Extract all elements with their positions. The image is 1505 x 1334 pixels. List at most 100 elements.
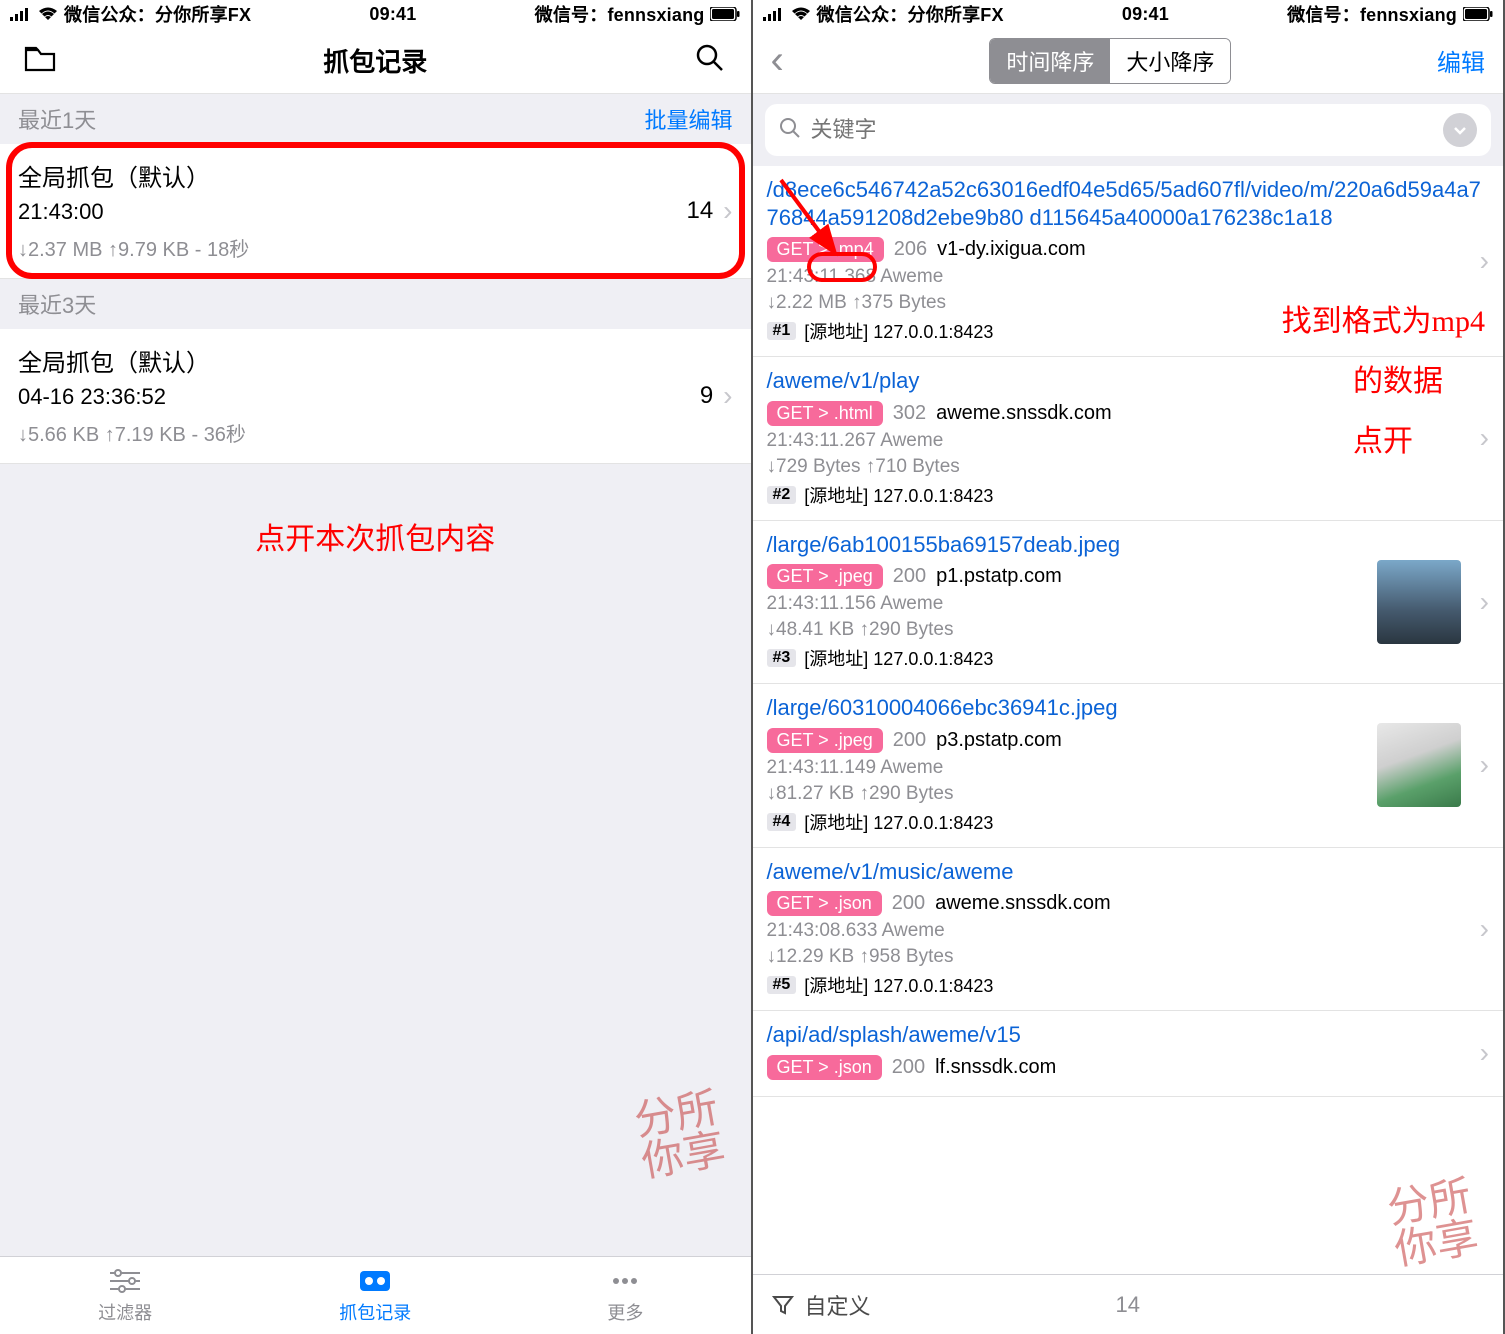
status-code: 200 [893, 565, 926, 588]
batch-edit-button[interactable]: 批量编辑 [644, 103, 732, 135]
status-time: 09:41 [1122, 4, 1169, 25]
annotation-text: 找到格式为mp4 [1282, 296, 1485, 340]
chevron-right-icon: › [723, 195, 732, 227]
host: v1-dy.ixigua.com [937, 238, 1086, 261]
search-box[interactable] [765, 104, 1492, 156]
watermark: 分所你享 [611, 1066, 751, 1206]
wifi-icon [38, 7, 58, 21]
thumbnail [1377, 560, 1461, 644]
method-badge: GET > .json [767, 1055, 882, 1080]
chevron-right-icon: › [1480, 749, 1489, 781]
host: p3.pstatp.com [936, 729, 1062, 752]
request-size: ↓12.29 KB ↑958 Bytes [767, 946, 1490, 968]
capture-row[interactable]: 全局抓包（默认） 21:43:00 ↓2.37 MB ↑9.79 KB - 18… [0, 144, 751, 279]
tab-label: 更多 [607, 1299, 643, 1325]
signal-icon [763, 7, 785, 21]
tab-label: 抓包记录 [339, 1299, 411, 1325]
thumbnail [1377, 723, 1461, 807]
chevron-right-icon: › [1480, 913, 1489, 945]
method-badge: GET > .mp4 [767, 237, 884, 262]
bottom-bar: 自定义 14 [753, 1274, 1504, 1334]
row-count: 14 [686, 197, 713, 225]
row-title: 全局抓包（默认） [18, 343, 733, 378]
status-code: 200 [892, 892, 925, 915]
status-right-text: 微信号：fennsxiang [535, 1, 705, 27]
search-input[interactable] [811, 117, 1434, 143]
method-badge: GET > .jpeg [767, 564, 883, 589]
seg-time-desc[interactable]: 时间降序 [990, 39, 1110, 83]
request-source: #3[源地址] 127.0.0.1:8423 [767, 645, 1490, 671]
request-time: 21:43:11.368 Aweme [767, 266, 1490, 288]
request-source: #4[源地址] 127.0.0.1:8423 [767, 809, 1490, 835]
chevron-right-icon: › [1480, 422, 1489, 454]
row-title: 全局抓包（默认） [18, 158, 733, 193]
sort-segment: 时间降序 大小降序 [989, 38, 1231, 84]
edit-button[interactable]: 编辑 [1437, 43, 1485, 78]
method-badge: GET > .jpeg [767, 728, 883, 753]
seg-size-desc[interactable]: 大小降序 [1110, 39, 1230, 83]
section-header-recent1: 最近1天 批量编辑 [0, 94, 751, 144]
host: aweme.snssdk.com [935, 892, 1111, 915]
chevron-right-icon: › [723, 380, 732, 412]
battery-icon [1463, 7, 1493, 21]
host: p1.pstatp.com [936, 565, 1062, 588]
request-source: #2[源地址] 127.0.0.1:8423 [767, 482, 1490, 508]
tab-records[interactable]: 抓包记录 [250, 1257, 500, 1334]
nav-bar: ‹ 时间降序 大小降序 编辑 [753, 28, 1504, 94]
dropdown-icon[interactable] [1443, 113, 1477, 147]
status-bar: 微信公众：分你所享FX 09:41 微信号：fennsxiang [753, 0, 1504, 28]
status-code: 200 [893, 729, 926, 752]
method-badge: GET > .json [767, 891, 882, 916]
status-time: 09:41 [369, 4, 416, 25]
section-label: 最近3天 [18, 288, 96, 320]
status-right-text: 微信号：fennsxiang [1287, 1, 1457, 27]
tab-more[interactable]: 更多 [500, 1257, 750, 1334]
section-header-recent3: 最近3天 [0, 279, 751, 329]
request-row[interactable]: /large/6ab100155ba69157deab.jpeg GET > .j… [753, 521, 1504, 685]
status-left-text: 微信公众：分你所享FX [64, 1, 251, 27]
filter-label: 自定义 [805, 1289, 871, 1321]
chevron-right-icon: › [1480, 586, 1489, 618]
signal-icon [10, 7, 32, 21]
row-stats: ↓5.66 KB ↑7.19 KB - 36秒 [18, 418, 733, 447]
host: aweme.snssdk.com [936, 402, 1112, 425]
request-url: /aweme/v1/music/aweme [767, 858, 1490, 886]
search-icon[interactable] [692, 40, 728, 81]
request-url: /large/60310004066ebc36941c.jpeg [767, 694, 1490, 722]
request-row[interactable]: /aweme/v1/music/aweme GET > .json 200 aweme… [753, 848, 1504, 1012]
nav-bar: 抓包记录 [0, 28, 751, 94]
bottom-count: 14 [1116, 1292, 1140, 1318]
status-left-text: 微信公众：分你所享FX [817, 1, 1004, 27]
request-row[interactable]: /api/ad/splash/aweme/v15GET > .json200lf… [753, 1011, 1504, 1097]
wifi-icon [791, 7, 811, 21]
method-badge: GET > .html [767, 401, 883, 426]
row-stats: ↓2.37 MB ↑9.79 KB - 18秒 [18, 233, 733, 262]
chevron-right-icon: › [1480, 245, 1489, 277]
tab-bar: 过滤器 抓包记录 更多 [0, 1256, 751, 1334]
page-title: 抓包记录 [323, 42, 427, 79]
tab-filter[interactable]: 过滤器 [0, 1257, 250, 1334]
request-url: /large/6ab100155ba69157deab.jpeg [767, 531, 1490, 559]
status-code: 200 [892, 1056, 925, 1079]
capture-row[interactable]: 全局抓包（默认） 04-16 23:36:52 ↓5.66 KB ↑7.19 K… [0, 329, 751, 464]
left-screen: 微信公众：分你所享FX 09:41 微信号：fennsxiang 抓包记录 最近… [0, 0, 753, 1334]
back-button[interactable]: ‹ [771, 38, 784, 83]
annotation-text: 点开本次抓包内容 [255, 514, 495, 558]
request-source: #5[源地址] 127.0.0.1:8423 [767, 972, 1490, 998]
row-time: 04-16 23:36:52 [18, 384, 733, 410]
chevron-right-icon: › [1480, 1037, 1489, 1069]
tab-label: 过滤器 [98, 1299, 152, 1325]
status-code: 302 [893, 402, 926, 425]
right-screen: 微信公众：分你所享FX 09:41 微信号：fennsxiang ‹ 时间降序 … [753, 0, 1505, 1334]
status-bar: 微信公众：分你所享FX 09:41 微信号：fennsxiang [0, 0, 751, 28]
row-time: 21:43:00 [18, 199, 733, 225]
annotation-text: 点开 [1353, 416, 1413, 460]
row-count: 9 [700, 382, 713, 410]
search-wrap [753, 94, 1504, 166]
folder-icon[interactable] [22, 40, 58, 81]
custom-filter-button[interactable]: 自定义 [771, 1289, 871, 1321]
status-code: 206 [894, 238, 927, 261]
section-label: 最近1天 [18, 103, 96, 135]
host: lf.snssdk.com [935, 1056, 1056, 1079]
request-row[interactable]: /large/60310004066ebc36941c.jpeg GET > .j… [753, 684, 1504, 848]
